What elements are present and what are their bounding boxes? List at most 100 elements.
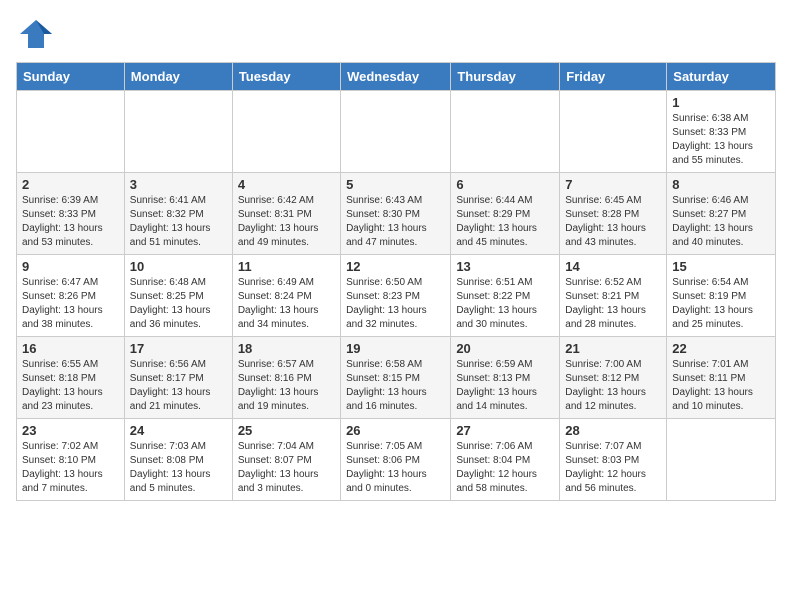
day-info: Sunrise: 7:04 AM Sunset: 8:07 PM Dayligh… (238, 440, 335, 496)
day-number: 22 (672, 341, 770, 356)
day-info: Sunrise: 6:55 AM Sunset: 8:18 PM Dayligh… (22, 358, 119, 414)
calendar-cell: 14 Sunrise: 6:52 AM Sunset: 8:21 PM Dayli… (560, 255, 667, 337)
calendar-cell: 9 Sunrise: 6:47 AM Sunset: 8:26 PM Daylig… (17, 255, 125, 337)
calendar-cell: 12 Sunrise: 6:50 AM Sunset: 8:23 PM Dayli… (341, 255, 451, 337)
weekday-header: Tuesday (232, 63, 340, 91)
calendar-cell: 18Sunrise: 6:57 AM Sunset: 8:16 PM Dayli… (232, 337, 340, 419)
day-info: Sunrise: 7:05 AM Sunset: 8:06 PM Dayligh… (346, 440, 445, 496)
calendar-cell: 2 Sunrise: 6:39 AM Sunset: 8:33 PM Daylig… (17, 173, 125, 255)
calendar-cell: 23 Sunrise: 7:02 AM Sunset: 8:10 PM Dayli… (17, 419, 125, 501)
day-info: Sunrise: 6:44 AM Sunset: 8:29 PM Dayligh… (456, 194, 554, 250)
day-info: Sunrise: 6:56 AM Sunset: 8:17 PM Dayligh… (130, 358, 227, 414)
day-info: Sunrise: 6:48 AM Sunset: 8:25 PM Dayligh… (130, 276, 227, 332)
weekday-header: Sunday (17, 63, 125, 91)
calendar-cell: 21 Sunrise: 7:00 AM Sunset: 8:12 PM Dayli… (560, 337, 667, 419)
weekday-header-row: SundayMondayTuesdayWednesdayThursdayFrid… (17, 63, 776, 91)
day-number: 13 (456, 259, 554, 274)
calendar-cell: 4 Sunrise: 6:42 AM Sunset: 8:31 PM Daylig… (232, 173, 340, 255)
day-info: Sunrise: 7:06 AM Sunset: 8:04 PM Dayligh… (456, 440, 554, 496)
day-info: Sunrise: 7:00 AM Sunset: 8:12 PM Dayligh… (565, 358, 661, 414)
day-number: 17 (130, 341, 227, 356)
day-info: Sunrise: 7:01 AM Sunset: 8:11 PM Dayligh… (672, 358, 770, 414)
calendar-cell: 5 Sunrise: 6:43 AM Sunset: 8:30 PM Daylig… (341, 173, 451, 255)
calendar-cell: 15 Sunrise: 6:54 AM Sunset: 8:19 PM Dayli… (667, 255, 776, 337)
calendar-cell: 7Sunrise: 6:45 AM Sunset: 8:28 PM Daylig… (560, 173, 667, 255)
day-number: 21 (565, 341, 661, 356)
calendar-cell (451, 91, 560, 173)
calendar-week-row: 2 Sunrise: 6:39 AM Sunset: 8:33 PM Daylig… (17, 173, 776, 255)
day-number: 27 (456, 423, 554, 438)
day-number: 2 (22, 177, 119, 192)
weekday-header: Thursday (451, 63, 560, 91)
day-number: 11 (238, 259, 335, 274)
day-number: 14 (565, 259, 661, 274)
calendar-cell (124, 91, 232, 173)
calendar-cell: 25 Sunrise: 7:04 AM Sunset: 8:07 PM Dayli… (232, 419, 340, 501)
day-number: 26 (346, 423, 445, 438)
calendar-cell: 24 Sunrise: 7:03 AM Sunset: 8:08 PM Dayli… (124, 419, 232, 501)
day-info: Sunrise: 6:46 AM Sunset: 8:27 PM Dayligh… (672, 194, 770, 250)
logo-icon (16, 16, 52, 52)
day-info: Sunrise: 6:52 AM Sunset: 8:21 PM Dayligh… (565, 276, 661, 332)
day-number: 23 (22, 423, 119, 438)
day-number: 10 (130, 259, 227, 274)
calendar-cell: 3 Sunrise: 6:41 AM Sunset: 8:32 PM Daylig… (124, 173, 232, 255)
calendar-cell: 1 Sunrise: 6:38 AM Sunset: 8:33 PM Daylig… (667, 91, 776, 173)
logo (16, 16, 56, 52)
day-info: Sunrise: 6:58 AM Sunset: 8:15 PM Dayligh… (346, 358, 445, 414)
day-number: 12 (346, 259, 445, 274)
calendar-cell (667, 419, 776, 501)
calendar-cell: 28 Sunrise: 7:07 AM Sunset: 8:03 PM Dayli… (560, 419, 667, 501)
calendar-cell: 20 Sunrise: 6:59 AM Sunset: 8:13 PM Dayli… (451, 337, 560, 419)
day-number: 15 (672, 259, 770, 274)
calendar-cell: 13Sunrise: 6:51 AM Sunset: 8:22 PM Dayli… (451, 255, 560, 337)
day-info: Sunrise: 7:03 AM Sunset: 8:08 PM Dayligh… (130, 440, 227, 496)
day-number: 1 (672, 95, 770, 110)
day-number: 5 (346, 177, 445, 192)
day-number: 18 (238, 341, 335, 356)
day-number: 19 (346, 341, 445, 356)
calendar-cell: 19 Sunrise: 6:58 AM Sunset: 8:15 PM Dayli… (341, 337, 451, 419)
calendar-week-row: 9 Sunrise: 6:47 AM Sunset: 8:26 PM Daylig… (17, 255, 776, 337)
calendar-cell: 26 Sunrise: 7:05 AM Sunset: 8:06 PM Dayli… (341, 419, 451, 501)
day-number: 3 (130, 177, 227, 192)
calendar-cell (232, 91, 340, 173)
weekday-header: Saturday (667, 63, 776, 91)
day-info: Sunrise: 6:38 AM Sunset: 8:33 PM Dayligh… (672, 112, 770, 168)
day-info: Sunrise: 6:47 AM Sunset: 8:26 PM Dayligh… (22, 276, 119, 332)
day-info: Sunrise: 6:54 AM Sunset: 8:19 PM Dayligh… (672, 276, 770, 332)
day-info: Sunrise: 6:50 AM Sunset: 8:23 PM Dayligh… (346, 276, 445, 332)
day-info: Sunrise: 6:59 AM Sunset: 8:13 PM Dayligh… (456, 358, 554, 414)
calendar-cell (341, 91, 451, 173)
calendar-cell: 22 Sunrise: 7:01 AM Sunset: 8:11 PM Dayli… (667, 337, 776, 419)
day-number: 24 (130, 423, 227, 438)
weekday-header: Friday (560, 63, 667, 91)
calendar-week-row: 16 Sunrise: 6:55 AM Sunset: 8:18 PM Dayli… (17, 337, 776, 419)
day-number: 25 (238, 423, 335, 438)
day-info: Sunrise: 7:02 AM Sunset: 8:10 PM Dayligh… (22, 440, 119, 496)
day-info: Sunrise: 6:39 AM Sunset: 8:33 PM Dayligh… (22, 194, 119, 250)
calendar-cell: 10 Sunrise: 6:48 AM Sunset: 8:25 PM Dayli… (124, 255, 232, 337)
day-number: 9 (22, 259, 119, 274)
day-info: Sunrise: 6:42 AM Sunset: 8:31 PM Dayligh… (238, 194, 335, 250)
day-info: Sunrise: 6:49 AM Sunset: 8:24 PM Dayligh… (238, 276, 335, 332)
day-number: 6 (456, 177, 554, 192)
calendar-week-row: 1 Sunrise: 6:38 AM Sunset: 8:33 PM Daylig… (17, 91, 776, 173)
day-number: 28 (565, 423, 661, 438)
day-info: Sunrise: 7:07 AM Sunset: 8:03 PM Dayligh… (565, 440, 661, 496)
calendar: SundayMondayTuesdayWednesdayThursdayFrid… (16, 62, 776, 501)
calendar-cell: 6 Sunrise: 6:44 AM Sunset: 8:29 PM Daylig… (451, 173, 560, 255)
day-number: 7 (565, 177, 661, 192)
calendar-cell: 16 Sunrise: 6:55 AM Sunset: 8:18 PM Dayli… (17, 337, 125, 419)
calendar-cell: 8 Sunrise: 6:46 AM Sunset: 8:27 PM Daylig… (667, 173, 776, 255)
day-info: Sunrise: 6:43 AM Sunset: 8:30 PM Dayligh… (346, 194, 445, 250)
day-info: Sunrise: 6:41 AM Sunset: 8:32 PM Dayligh… (130, 194, 227, 250)
day-number: 4 (238, 177, 335, 192)
calendar-cell (560, 91, 667, 173)
day-number: 8 (672, 177, 770, 192)
calendar-cell: 17 Sunrise: 6:56 AM Sunset: 8:17 PM Dayli… (124, 337, 232, 419)
page-header (16, 16, 776, 52)
day-number: 16 (22, 341, 119, 356)
calendar-cell (17, 91, 125, 173)
day-number: 20 (456, 341, 554, 356)
